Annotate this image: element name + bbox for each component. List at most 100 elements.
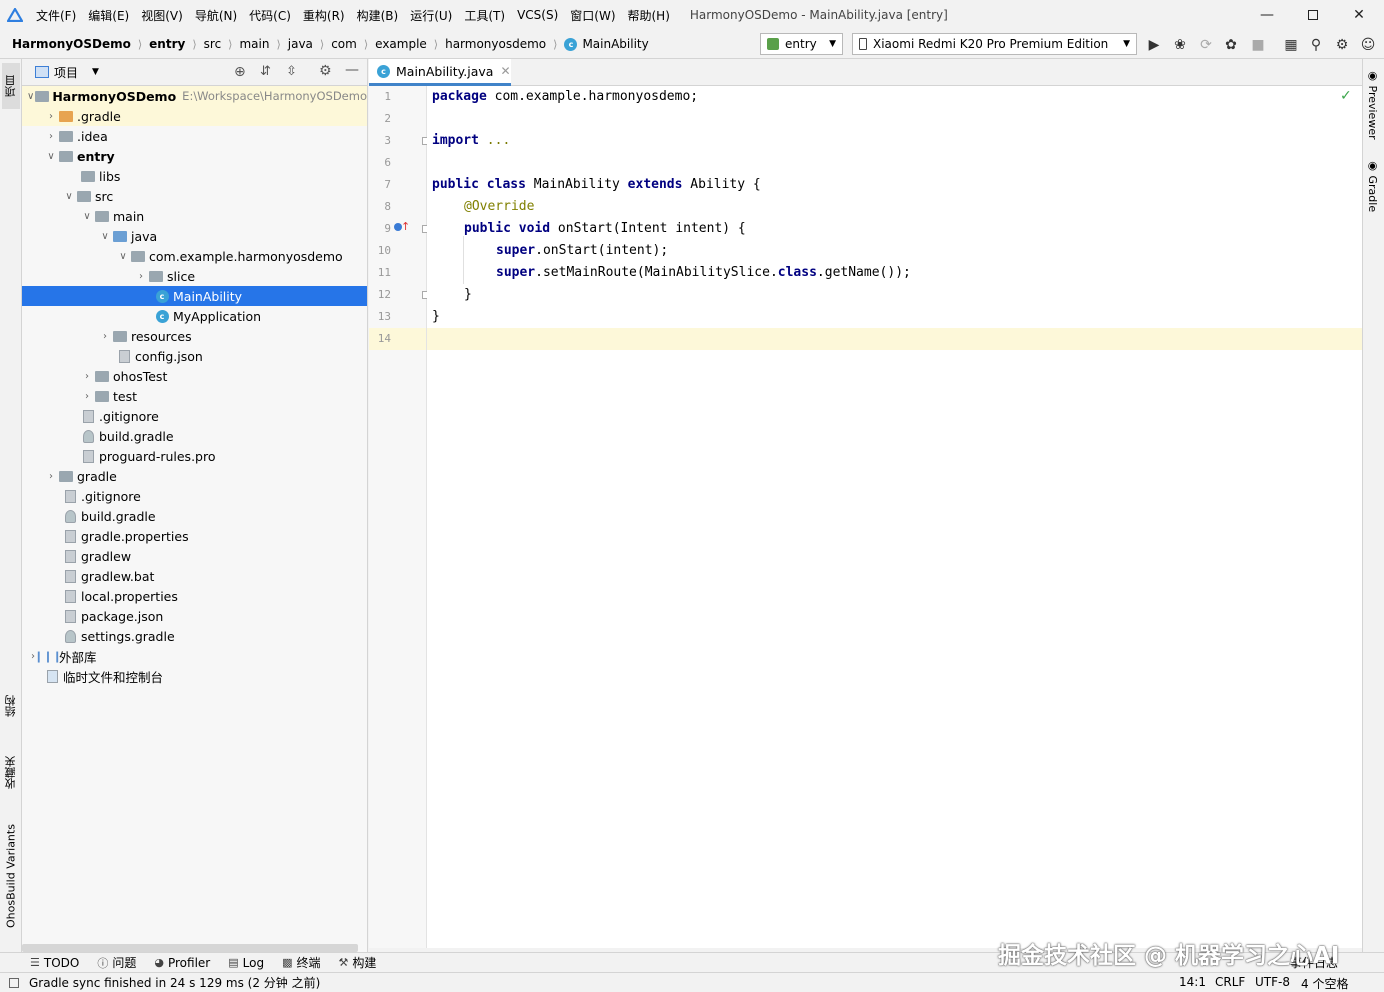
chevron-down-icon[interactable]: ∨: [98, 231, 112, 242]
chevron-down-icon[interactable]: ▼: [92, 67, 99, 77]
menu-view[interactable]: 视图(V): [135, 7, 189, 24]
breadcrumb-main[interactable]: main ⟩: [239, 37, 287, 51]
tree-item-gradlew-bat[interactable]: gradlew.bat: [22, 566, 367, 586]
attach-debugger-icon[interactable]: ⟳: [1197, 36, 1215, 54]
tree-item-libs[interactable]: libs: [22, 166, 367, 186]
tree-item-entry-gitignore[interactable]: .gitignore: [22, 406, 367, 426]
menu-help[interactable]: 帮助(H): [622, 7, 676, 24]
chevron-right-icon[interactable]: ›: [80, 391, 94, 402]
chevron-right-icon[interactable]: ›: [44, 111, 58, 122]
tree-item-root-build-gradle[interactable]: build.gradle: [22, 506, 367, 526]
menu-code[interactable]: 代码(C): [243, 7, 297, 24]
breadcrumb-src[interactable]: src ⟩: [204, 37, 240, 51]
project-tool-tab[interactable]: 项目: [2, 63, 20, 109]
gradle-tool-tab[interactable]: ◉ Gradle: [1366, 159, 1379, 212]
profiler-tool-button[interactable]: ◕ Profiler: [154, 956, 210, 970]
code-editor[interactable]: package com.example.harmonyosdemo; impor…: [427, 86, 1362, 948]
problems-tool-button[interactable]: ⓘ 问题: [97, 954, 136, 971]
no-problems-check-icon[interactable]: ✓: [1340, 88, 1352, 104]
menu-file[interactable]: 文件(F): [30, 7, 82, 24]
close-window-button[interactable]: ✕: [1336, 0, 1382, 30]
caret-position[interactable]: 14:1: [1179, 975, 1206, 989]
chevron-down-icon[interactable]: ∨: [116, 251, 130, 262]
tree-item-project-root[interactable]: ∨ HarmonyOSDemo E:\Workspace\HarmonyOSDe…: [22, 86, 367, 106]
menu-build[interactable]: 构建(B): [351, 7, 405, 24]
tree-item-package-json[interactable]: package.json: [22, 606, 367, 626]
tree-item-local-properties[interactable]: local.properties: [22, 586, 367, 606]
breadcrumb-java[interactable]: java ⟩: [288, 37, 331, 51]
menu-tools[interactable]: 工具(T): [458, 7, 511, 24]
tree-item-gradle-properties[interactable]: gradle.properties: [22, 526, 367, 546]
breadcrumb-class[interactable]: c MainAbility: [564, 37, 649, 51]
line-separator[interactable]: CRLF: [1215, 975, 1245, 989]
close-tab-icon[interactable]: ✕: [500, 64, 510, 78]
search-icon[interactable]: ⚲: [1307, 36, 1325, 54]
breadcrumb-module[interactable]: entry ⟩: [149, 37, 203, 51]
todo-tool-button[interactable]: ☰ TODO: [30, 956, 79, 970]
chevron-right-icon[interactable]: ›: [80, 371, 94, 382]
chevron-down-icon[interactable]: ∨: [44, 151, 58, 162]
expand-all-icon[interactable]: ⇵: [260, 64, 271, 79]
editor-tab-mainability[interactable]: c MainAbility.java ✕: [369, 59, 511, 86]
tree-item-package[interactable]: ∨ com.example.harmonyosdemo: [22, 246, 367, 266]
menu-vcs[interactable]: VCS(S): [511, 8, 564, 22]
chevron-right-icon[interactable]: ›: [44, 131, 58, 142]
tree-item-entry-build-gradle[interactable]: build.gradle: [22, 426, 367, 446]
run-config-select[interactable]: entry ▼: [760, 33, 843, 55]
project-view-select[interactable]: 项目: [54, 64, 78, 81]
tree-item-slice[interactable]: › slice: [22, 266, 367, 286]
tree-item-proguard[interactable]: proguard-rules.pro: [22, 446, 367, 466]
tree-item-main[interactable]: ∨ main: [22, 206, 367, 226]
indent-setting[interactable]: 4 个空格: [1301, 975, 1348, 992]
tree-item-config-json[interactable]: config.json: [22, 346, 367, 366]
tree-item-myapplication[interactable]: c MyApplication: [22, 306, 367, 326]
folded-imports[interactable]: ...: [479, 133, 511, 148]
tree-item-mainability[interactable]: c MainAbility: [22, 286, 367, 306]
chevron-down-icon[interactable]: ∨: [62, 191, 76, 202]
menu-window[interactable]: 窗口(W): [564, 7, 621, 24]
project-structure-icon[interactable]: ▦: [1282, 36, 1300, 54]
tree-item-src[interactable]: ∨ src: [22, 186, 367, 206]
collapse-all-icon[interactable]: ⇳: [286, 64, 297, 79]
menu-edit[interactable]: 编辑(E): [82, 7, 135, 24]
project-horizontal-scrollbar[interactable]: [22, 944, 358, 952]
tree-item-test[interactable]: › test: [22, 386, 367, 406]
tree-item-external-libraries[interactable]: › ❙❙❙ 外部库: [22, 646, 367, 666]
menu-run[interactable]: 运行(U): [404, 7, 458, 24]
tree-item-scratches[interactable]: 临时文件和控制台: [22, 666, 367, 686]
maximize-button[interactable]: [1290, 0, 1336, 30]
breadcrumb-project[interactable]: HarmonyOSDemo ⟩: [12, 37, 149, 51]
tree-item-resources[interactable]: › resources: [22, 326, 367, 346]
device-select[interactable]: Xiaomi Redmi K20 Pro Premium Edition ▼: [852, 33, 1137, 55]
locate-icon[interactable]: ⊕: [234, 64, 246, 80]
tree-item-root-gitignore[interactable]: .gitignore: [22, 486, 367, 506]
log-tool-button[interactable]: ▤ Log: [228, 956, 264, 970]
favorites-tool-tab[interactable]: 收藏夹: [2, 745, 20, 801]
account-icon[interactable]: ☺: [1359, 36, 1377, 54]
tree-item-gradlew[interactable]: gradlew: [22, 546, 367, 566]
run-icon[interactable]: ▶: [1145, 36, 1163, 54]
previewer-tool-tab[interactable]: ◉ Previewer: [1366, 69, 1379, 140]
chevron-right-icon[interactable]: ›: [134, 271, 148, 282]
hide-panel-icon[interactable]: —: [345, 62, 359, 78]
stop-icon[interactable]: ■: [1249, 36, 1267, 54]
tree-item-gradle[interactable]: › gradle: [22, 466, 367, 486]
file-encoding[interactable]: UTF-8: [1255, 975, 1290, 989]
structure-tool-tab[interactable]: 结构: [2, 684, 20, 728]
tree-item-entry[interactable]: ∨ entry: [22, 146, 367, 166]
chevron-right-icon[interactable]: ›: [44, 471, 58, 482]
build-tool-button[interactable]: ⚒ 构建: [338, 954, 376, 971]
menu-navigate[interactable]: 导航(N): [189, 7, 243, 24]
breadcrumb-example[interactable]: example ⟩: [375, 37, 445, 51]
build-variants-tool-tab[interactable]: OhosBuild Variants: [2, 815, 20, 937]
settings-gear-icon[interactable]: ⚙: [319, 63, 332, 79]
tree-item-idea[interactable]: › .idea: [22, 126, 367, 146]
tree-item-gradle-dir[interactable]: › .gradle: [22, 106, 367, 126]
status-toggle-icon[interactable]: [9, 977, 19, 988]
tree-item-settings-gradle[interactable]: settings.gradle: [22, 626, 367, 646]
chevron-right-icon[interactable]: ›: [98, 331, 112, 342]
tree-item-java[interactable]: ∨ java: [22, 226, 367, 246]
settings-gear-icon[interactable]: ⚙: [1333, 36, 1351, 54]
debug-icon[interactable]: ❀: [1171, 36, 1189, 54]
profile-icon[interactable]: ✿: [1222, 36, 1240, 54]
